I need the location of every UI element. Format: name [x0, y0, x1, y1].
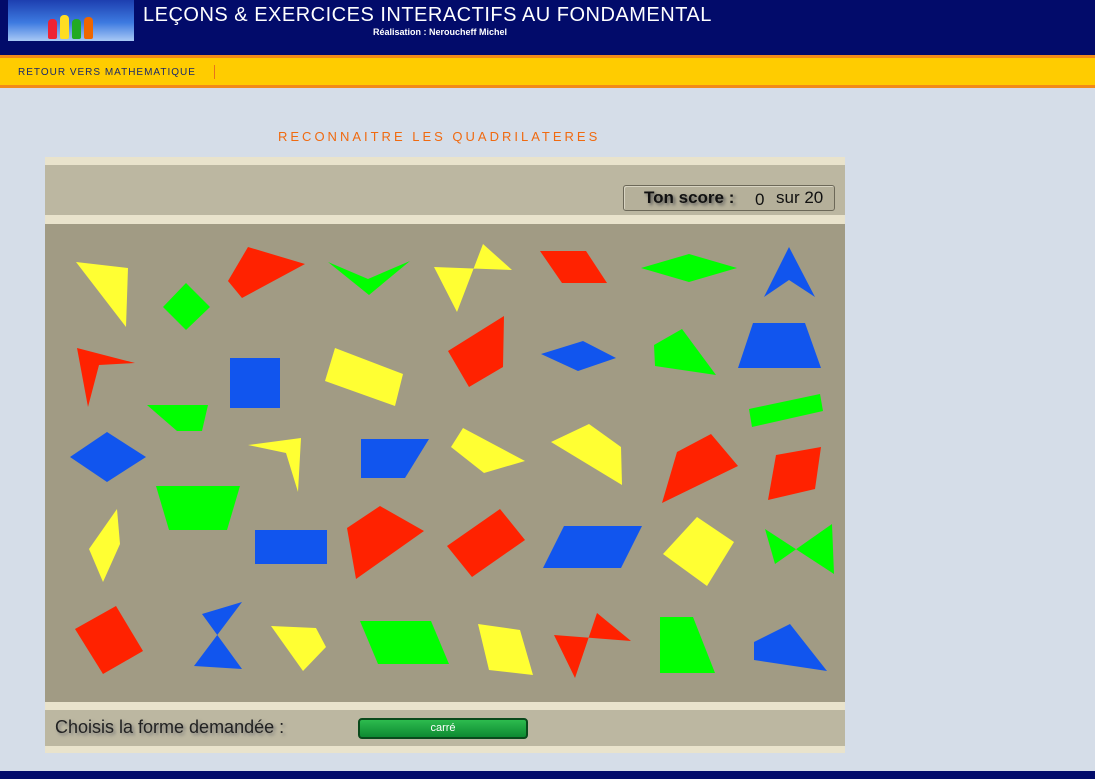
shape-2[interactable]	[163, 283, 210, 330]
shape-13[interactable]	[541, 341, 616, 371]
exercise-title: RECONNAITRE LES QUADRILATERES	[278, 129, 601, 144]
shape-24[interactable]	[768, 447, 821, 500]
back-to-math-link[interactable]: RETOUR VERS MATHEMATIQUE	[18, 67, 196, 78]
shape-1[interactable]	[76, 262, 128, 327]
shape-27[interactable]	[255, 530, 327, 564]
shape-5[interactable]	[434, 244, 512, 312]
shapes-canvas	[70, 244, 834, 678]
shape-18[interactable]	[70, 432, 146, 482]
shapes-board	[45, 224, 845, 702]
score-value: 0	[755, 190, 765, 209]
shape-21[interactable]	[451, 428, 525, 473]
shape-6[interactable]	[540, 251, 607, 283]
game-bottom-bar: Choisis la forme demandée : carré	[45, 710, 845, 746]
shape-38[interactable]	[554, 613, 631, 678]
shape-31[interactable]	[663, 517, 734, 586]
shape-25[interactable]	[89, 509, 120, 582]
shape-30[interactable]	[543, 526, 642, 568]
target-shape-button[interactable]: carré	[358, 718, 528, 739]
shape-8[interactable]	[764, 247, 815, 297]
shape-17[interactable]	[749, 394, 823, 427]
shape-12[interactable]	[448, 316, 504, 387]
shape-19[interactable]	[248, 438, 301, 492]
score-total: sur 20	[776, 188, 824, 207]
shape-40[interactable]	[754, 624, 827, 671]
shape-26[interactable]	[156, 486, 240, 530]
shape-28[interactable]	[347, 506, 424, 579]
shape-3[interactable]	[228, 247, 305, 298]
shape-20[interactable]	[361, 439, 429, 478]
site-header: LEÇONS & EXERCICES INTERACTIFS AU FONDAM…	[0, 0, 1095, 55]
shape-39[interactable]	[660, 617, 715, 673]
shape-23[interactable]	[662, 434, 738, 503]
shape-35[interactable]	[271, 626, 326, 671]
shape-37[interactable]	[478, 624, 533, 675]
shape-34[interactable]	[194, 602, 242, 669]
footer-bar	[0, 771, 1095, 779]
shape-33[interactable]	[75, 606, 143, 674]
site-subtitle: Réalisation : Neroucheff Michel	[373, 27, 508, 37]
shape-10[interactable]	[230, 358, 280, 408]
game-top-bar: Ton score : 0 sur 20	[45, 165, 845, 215]
shape-36[interactable]	[360, 621, 449, 664]
shape-15[interactable]	[738, 323, 821, 368]
nav-separator	[214, 65, 215, 79]
prompt-label: Choisis la forme demandée :	[55, 717, 285, 737]
shape-16[interactable]	[147, 405, 208, 431]
shape-32[interactable]	[765, 524, 834, 574]
shape-11[interactable]	[325, 348, 403, 406]
site-title: LEÇONS & EXERCICES INTERACTIFS AU FONDAM…	[143, 4, 712, 26]
game-panel: Ton score : 0 sur 20 Choisis la forme de…	[45, 157, 845, 753]
shape-29[interactable]	[447, 509, 525, 577]
children-logo-icon	[8, 0, 134, 41]
shape-7[interactable]	[641, 254, 737, 282]
nav-bar: RETOUR VERS MATHEMATIQUE	[0, 55, 1095, 88]
shape-22[interactable]	[551, 424, 622, 485]
score-label: Ton score :	[644, 188, 735, 207]
shape-14[interactable]	[654, 329, 716, 375]
shape-4[interactable]	[328, 261, 410, 295]
shape-9[interactable]	[77, 348, 135, 407]
score-box: Ton score : 0 sur 20	[623, 185, 835, 211]
